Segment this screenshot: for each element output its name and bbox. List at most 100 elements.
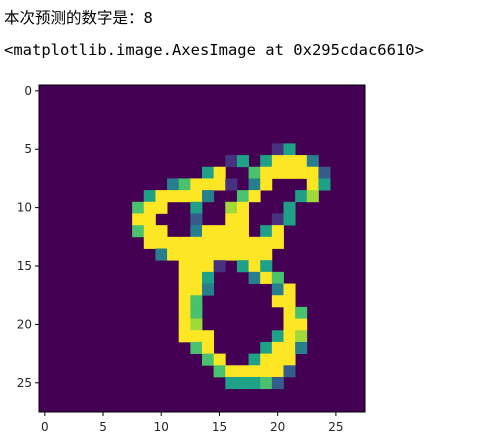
heatmap-cell (143, 236, 156, 249)
heatmap-cell (283, 330, 296, 343)
heatmap-cell (260, 271, 273, 284)
heatmap-cell (271, 225, 284, 238)
heatmap-cell (190, 225, 203, 238)
heatmap-cell (295, 330, 308, 343)
heatmap-cell (190, 283, 203, 296)
heatmap-cell (225, 248, 238, 261)
heatmap-cell (213, 365, 226, 378)
heatmap-cell (260, 166, 273, 179)
heatmap-cell (236, 213, 249, 226)
heatmap-cell (202, 178, 215, 191)
heatmap-cell (248, 353, 261, 366)
heatmap-cell (283, 306, 296, 319)
heatmap-cell (271, 295, 284, 308)
y-tick-label: 10 (17, 201, 32, 215)
heatmap-cell (295, 155, 308, 168)
heatmap-cell (271, 166, 284, 179)
heatmap-cell (202, 271, 215, 284)
heatmap-cell (283, 365, 296, 378)
heatmap-cell (132, 213, 145, 226)
heatmap-cell (155, 190, 168, 203)
heatmap-cell (143, 225, 156, 238)
heatmap-cell (318, 166, 331, 179)
heatmap-cell (283, 201, 296, 214)
heatmap-cell (236, 201, 249, 214)
heatmap-cell (283, 143, 296, 156)
heatmap (39, 85, 365, 412)
heatmap-cell (283, 155, 296, 168)
heatmap-cell (132, 201, 145, 214)
heatmap-cell (271, 376, 284, 390)
heatmap-cell (190, 271, 203, 284)
heatmap-cell (271, 271, 284, 284)
x-tick-label: 5 (99, 420, 107, 434)
heatmap-cell (283, 213, 296, 226)
heatmap-cell (236, 376, 249, 390)
heatmap-cell (190, 178, 203, 191)
heatmap-cell (178, 283, 191, 296)
heatmap-cell (143, 201, 156, 214)
heatmap-cell (248, 178, 261, 191)
heatmap-cell (248, 376, 261, 390)
heatmap-cell (295, 306, 308, 319)
heatmap-cell (271, 365, 284, 378)
y-tick-label: 15 (17, 259, 32, 273)
heatmap-cell (213, 353, 226, 366)
heatmap-cell (190, 201, 203, 214)
heatmap-cell (178, 260, 191, 273)
heatmap-cell (295, 190, 308, 203)
heatmap-cell (260, 353, 273, 366)
heatmap-cell (213, 248, 226, 261)
heatmap-cell (225, 225, 238, 238)
x-tick-label: 10 (154, 420, 169, 434)
heatmap-cell (236, 225, 249, 238)
heatmap-cell (202, 236, 215, 249)
heatmap-cell (271, 143, 284, 156)
heatmap-cell (260, 236, 273, 249)
heatmap-cell (202, 353, 215, 366)
heatmap-cell (283, 166, 296, 179)
heatmap-cell (306, 155, 319, 168)
heatmap-cell (248, 271, 261, 284)
heatmap-cell (178, 271, 191, 284)
heatmap-cell (271, 353, 284, 366)
heatmap-cell (155, 248, 168, 261)
x-tick-label: 0 (41, 420, 49, 434)
heatmap-cell (283, 341, 296, 355)
heatmap-cell (178, 236, 191, 249)
heatmap-cell (213, 260, 226, 273)
heatmap-cell (143, 213, 156, 226)
heatmap-cell (190, 330, 203, 343)
heatmap-cell (306, 166, 319, 179)
heatmap-cell (306, 190, 319, 203)
heatmap-cell (271, 213, 284, 226)
heatmap-cell (213, 225, 226, 238)
heatmap-cell (132, 225, 145, 238)
heatmap-cell (178, 190, 191, 203)
heatmap-cell (295, 166, 308, 179)
heatmap-cell (225, 365, 238, 378)
heatmap-cell (225, 201, 238, 214)
heatmap-cell (248, 260, 261, 273)
heatmap-cell (295, 318, 308, 331)
heatmap-cell (283, 318, 296, 331)
heatmap-cell (155, 236, 168, 249)
heatmap-cell (236, 260, 249, 273)
heatmap-cell (178, 330, 191, 343)
heatmap-cell (202, 248, 215, 261)
heatmap-cell (271, 283, 284, 296)
heatmap-cell (283, 353, 296, 366)
heatmap-cell (190, 341, 203, 355)
heatmap-cell (260, 225, 273, 238)
heatmap-cell (190, 260, 203, 273)
y-axis: 0 5 10 15 20 25 (17, 84, 39, 390)
heatmap-cell (202, 225, 215, 238)
heatmap-cell (178, 248, 191, 261)
y-tick-label: 5 (24, 142, 32, 156)
heatmap-cell (202, 260, 215, 273)
heatmap-cell (260, 376, 273, 390)
heatmap-cell (155, 201, 168, 214)
heatmap-cell (248, 365, 261, 378)
heatmap-cell (236, 365, 249, 378)
heatmap-cell (271, 330, 284, 343)
